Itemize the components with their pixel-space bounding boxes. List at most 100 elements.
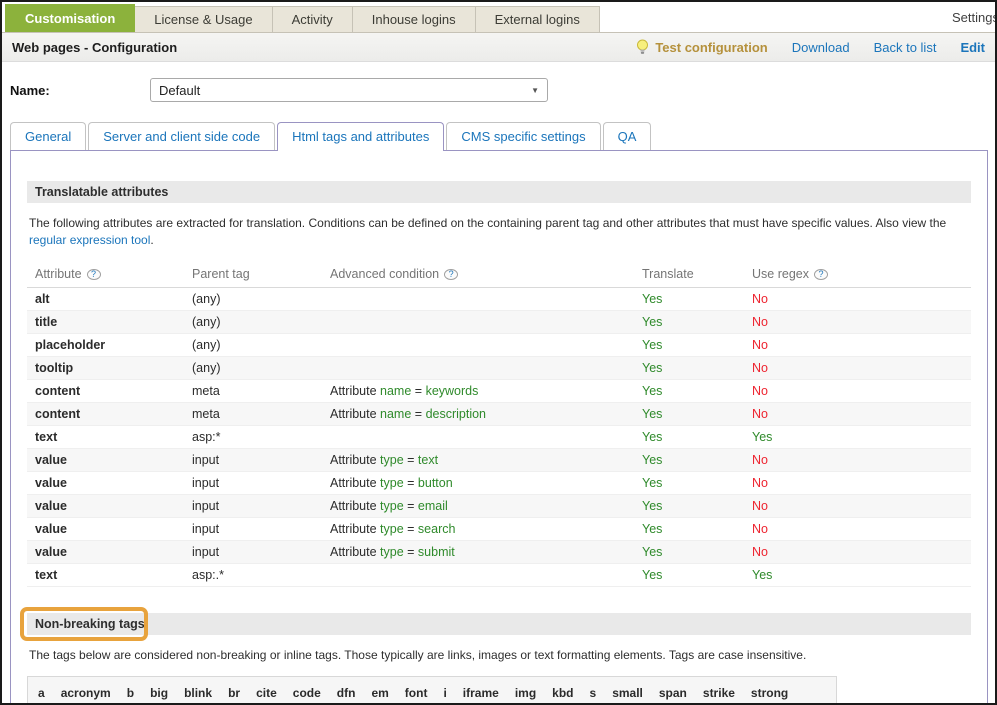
test-configuration-button[interactable]: Test configuration xyxy=(636,39,767,55)
parent-tag-cell: (any) xyxy=(192,361,330,375)
translate-cell: Yes xyxy=(642,315,752,329)
use-regex-value: No xyxy=(752,292,768,306)
tag-item: b xyxy=(127,684,134,703)
attribute-cell: tooltip xyxy=(35,361,192,375)
regular-expression-tool-link[interactable]: regular expression tool xyxy=(29,233,150,247)
tag-item: code xyxy=(293,684,321,703)
help-icon[interactable]: ? xyxy=(814,269,828,280)
tag-item: a xyxy=(38,684,45,703)
window-tab-inhouse-logins[interactable]: Inhouse logins xyxy=(353,6,476,32)
translate-value: Yes xyxy=(642,545,662,559)
translate-cell: Yes xyxy=(642,522,752,536)
help-icon[interactable]: ? xyxy=(444,269,458,280)
use-regex-value: No xyxy=(752,384,768,398)
window-tab-license-usage[interactable]: License & Usage xyxy=(135,6,272,32)
tag-item: font xyxy=(405,684,428,703)
app-window: CustomisationLicense & UsageActivityInho… xyxy=(0,0,997,705)
use-regex-value: Yes xyxy=(752,568,772,582)
translate-value: Yes xyxy=(642,499,662,513)
attribute-cell: text xyxy=(35,568,192,582)
window-tab-external-logins[interactable]: External logins xyxy=(476,6,600,32)
condition-cell: Attribute type = search xyxy=(330,522,642,536)
page-headerbar: Web pages - Configuration Test configura… xyxy=(2,33,995,62)
translate-cell: Yes xyxy=(642,430,752,444)
condition-cell: Attribute type = button xyxy=(330,476,642,490)
translate-value: Yes xyxy=(642,292,662,306)
translate-cell: Yes xyxy=(642,384,752,398)
parent-tag-cell: (any) xyxy=(192,338,330,352)
window-tab-activity[interactable]: Activity xyxy=(273,6,353,32)
use-regex-cell: No xyxy=(752,453,932,467)
condition-attr: type xyxy=(380,522,404,536)
use-regex-cell: No xyxy=(752,522,932,536)
table-body: alt(any)YesNotitle(any)YesNoplaceholder(… xyxy=(27,288,971,587)
name-select[interactable]: Default ▼ xyxy=(150,78,548,102)
column-header-translate: Translate xyxy=(642,267,752,281)
use-regex-value: No xyxy=(752,315,768,329)
use-regex-cell: No xyxy=(752,338,932,352)
attribute-cell: value xyxy=(35,453,192,467)
use-regex-cell: No xyxy=(752,384,932,398)
translate-value: Yes xyxy=(642,361,662,375)
parent-tag-cell: input xyxy=(192,476,330,490)
translate-value: Yes xyxy=(642,568,662,582)
edit-link[interactable]: Edit xyxy=(960,40,985,55)
tag-item: s xyxy=(590,684,597,703)
translate-cell: Yes xyxy=(642,453,752,467)
parent-tag-cell: input xyxy=(192,522,330,536)
use-regex-cell: No xyxy=(752,361,932,375)
download-link[interactable]: Download xyxy=(792,40,850,55)
use-regex-cell: No xyxy=(752,545,932,559)
condition-value: email xyxy=(418,499,448,513)
condition-value: submit xyxy=(418,545,455,559)
use-regex-value: No xyxy=(752,522,768,536)
use-regex-value: No xyxy=(752,407,768,421)
tab-qa[interactable]: QA xyxy=(603,122,652,150)
condition-attr: type xyxy=(380,453,404,467)
column-header-use-regex: Use regex? xyxy=(752,267,932,281)
condition-cell: Attribute type = submit xyxy=(330,545,642,559)
tag-item: strike xyxy=(703,684,735,703)
tab-general[interactable]: General xyxy=(10,122,86,150)
translate-value: Yes xyxy=(642,476,662,490)
tab-server-and-client-side-code[interactable]: Server and client side code xyxy=(88,122,275,150)
translatable-attributes-header: Translatable attributes xyxy=(27,181,971,203)
window-tabs: CustomisationLicense & UsageActivityInho… xyxy=(5,4,600,32)
tag-item: acronym xyxy=(61,684,111,703)
column-header-label: Parent tag xyxy=(192,267,250,281)
use-regex-cell: No xyxy=(752,315,932,329)
settings-link[interactable]: Settings xyxy=(952,10,997,25)
attribute-cell: value xyxy=(35,476,192,490)
config-tabbar: GeneralServer and client side codeHtml t… xyxy=(10,122,995,150)
parent-tag-cell: input xyxy=(192,499,330,513)
use-regex-value: Yes xyxy=(752,430,772,444)
tab-cms-specific-settings[interactable]: CMS specific settings xyxy=(446,122,600,150)
table-row: valueinputAttribute type = searchYesNo xyxy=(27,518,971,541)
non-breaking-tags-header: Non-breaking tags xyxy=(27,613,971,635)
table-header-row: Attribute?Parent tag Advanced condition?T… xyxy=(27,264,971,288)
column-header-advanced-condition: Advanced condition? xyxy=(330,267,642,281)
condition-value: search xyxy=(418,522,456,536)
tab-html-tags-and-attributes[interactable]: Html tags and attributes xyxy=(277,122,444,151)
table-row: textasp:.*YesYes xyxy=(27,564,971,587)
parent-tag-cell: input xyxy=(192,453,330,467)
parent-tag-cell: (any) xyxy=(192,292,330,306)
use-regex-cell: No xyxy=(752,476,932,490)
table-row: tooltip(any) Yes No xyxy=(27,357,971,380)
condition-attr: type xyxy=(380,499,404,513)
column-header-attribute: Attribute? xyxy=(35,267,192,281)
tag-item: kbd xyxy=(552,684,573,703)
window-tab-customisation[interactable]: Customisation xyxy=(5,4,135,32)
attribute-cell: title xyxy=(35,315,192,329)
parent-tag-cell: asp:* xyxy=(192,430,330,444)
help-icon[interactable]: ? xyxy=(87,269,101,280)
back-to-list-link[interactable]: Back to list xyxy=(874,40,937,55)
table-row: placeholder(any)YesNo xyxy=(27,334,971,357)
translate-cell: Yes xyxy=(642,292,752,306)
translate-cell: Yes xyxy=(642,407,752,421)
name-label: Name: xyxy=(10,83,150,98)
attribute-cell: placeholder xyxy=(35,338,192,352)
tag-item: iframe xyxy=(463,684,499,703)
table-row: contentmetaAttribute name = descriptionY… xyxy=(27,403,971,426)
tag-item: blink xyxy=(184,684,212,703)
